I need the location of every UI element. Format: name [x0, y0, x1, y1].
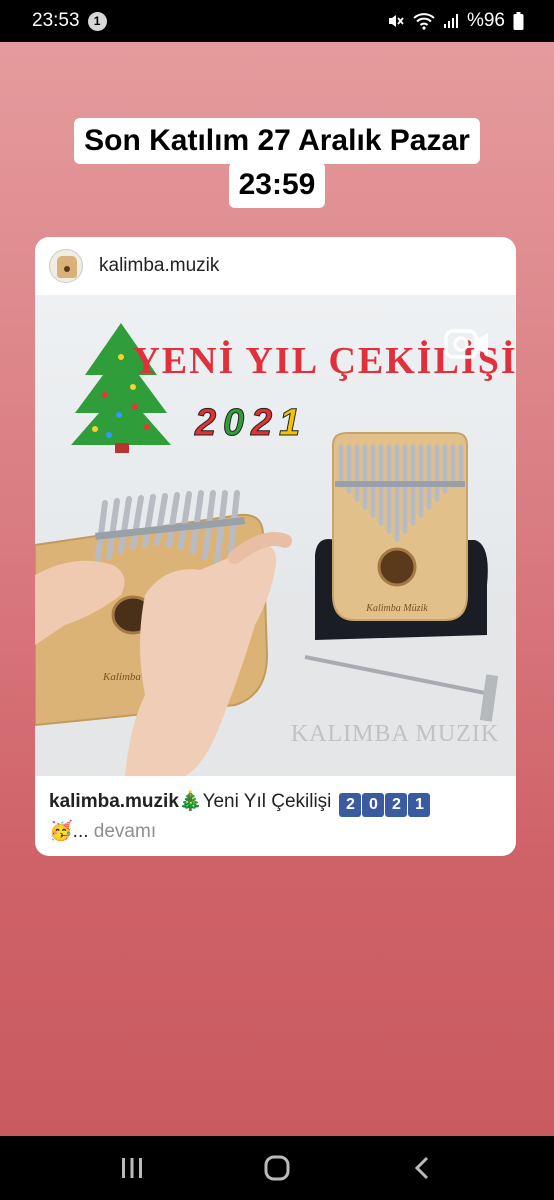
image-year-2: 2	[194, 402, 216, 444]
image-year-2b: 2	[250, 402, 272, 444]
post-caption[interactable]: kalimba.muzik🎄Yeni Yıl Çekilişi 2 0 2 1 🥳...…	[35, 776, 516, 846]
recents-button[interactable]	[107, 1143, 157, 1193]
kalimba-avatar-icon	[57, 256, 77, 278]
home-icon	[264, 1155, 290, 1181]
digit-keycap: 2	[385, 793, 408, 817]
party-emoji-icon: 🥳	[49, 821, 73, 842]
post-username[interactable]: kalimba.muzik	[99, 255, 219, 277]
headline-sticker: Son Katılım 27 Aralık Pazar 23:59	[0, 118, 554, 208]
tine-label-right: Kalimba Müzik	[365, 603, 428, 614]
digit-keycap: 0	[362, 793, 385, 817]
signal-icon	[443, 13, 459, 29]
image-year-1: 1	[279, 402, 300, 444]
status-right: %96	[387, 10, 524, 32]
video-camera-icon	[444, 327, 490, 366]
shared-post-card[interactable]: kalimba.muzik YENİ YIL ÇEKİLİŞİ 2 0 2 1	[35, 237, 516, 856]
headline-line-2: 23:59	[228, 162, 326, 208]
caption-more-link[interactable]: devamı	[94, 821, 156, 842]
avatar[interactable]	[49, 249, 83, 283]
image-year-0: 0	[223, 402, 244, 444]
mute-icon	[387, 12, 405, 30]
battery-icon	[513, 12, 524, 30]
recents-icon	[122, 1158, 143, 1178]
headline-line-1: Son Katılım 27 Aralık Pazar	[74, 118, 480, 164]
back-icon	[414, 1156, 428, 1180]
battery-percentage: %96	[466, 10, 505, 31]
navigation-bar	[0, 1136, 554, 1200]
caption-username[interactable]: kalimba.muzik	[49, 791, 179, 812]
digit-keycap: 2	[339, 793, 362, 817]
tree-emoji-icon: 🎄	[178, 791, 203, 812]
image-watermark: KALIMBA MUZIK	[291, 721, 499, 747]
home-button[interactable]	[252, 1143, 302, 1193]
post-image-illustration: YENİ YIL ÇEKİLİŞİ 2 0 2 1 Kalimba Müzik	[35, 323, 516, 776]
wifi-icon	[413, 12, 435, 30]
digit-keycap: 1	[408, 793, 431, 817]
caption-ellipsis: ...	[72, 821, 89, 842]
back-button[interactable]	[397, 1143, 447, 1193]
status-left: 23:53 1	[32, 10, 107, 32]
notification-badge: 1	[87, 11, 107, 31]
status-bar: 23:53 1 %96	[0, 0, 554, 42]
status-time: 23:53	[32, 10, 80, 31]
post-header[interactable]: kalimba.muzik	[35, 237, 516, 295]
post-image[interactable]: YENİ YIL ÇEKİLİŞİ 2 0 2 1 Kalimba Müzik	[35, 295, 516, 776]
caption-text: Yeni Yıl Çekilişi	[202, 791, 332, 812]
